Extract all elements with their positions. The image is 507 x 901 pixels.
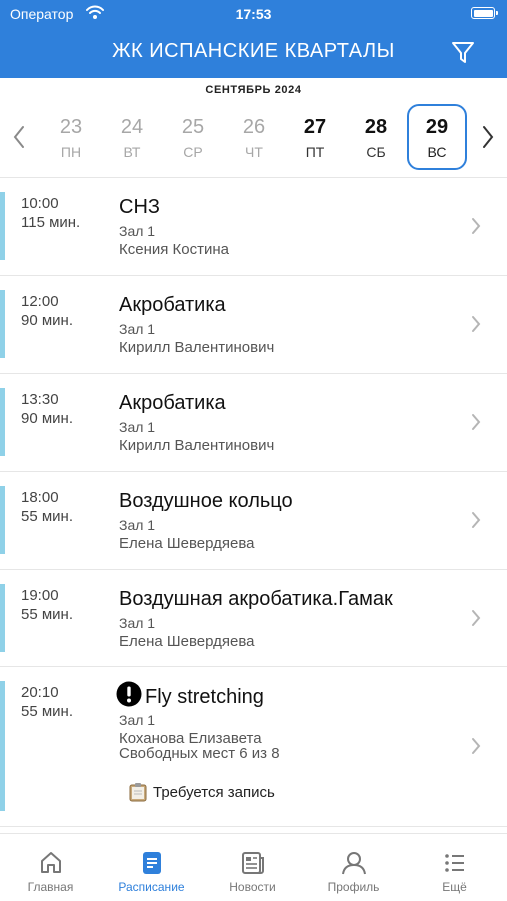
day-weekday: ВС	[427, 144, 447, 160]
lesson-hall: Зал 1	[119, 712, 156, 728]
chevron-right-icon	[472, 512, 481, 528]
tab-label: Главная	[27, 880, 74, 894]
news-icon	[242, 852, 264, 874]
schedule-icon	[143, 852, 161, 874]
lesson-duration: 55 мин.	[21, 606, 73, 623]
day-number: 27	[303, 116, 327, 138]
lesson-color-bar	[0, 290, 5, 358]
lesson-color-bar	[0, 486, 5, 554]
lesson-hall: Зал 1	[119, 321, 156, 337]
lesson-row[interactable]: 20:10 55 мин. Fly stretching Зал 1 Кохан…	[0, 667, 507, 826]
lesson-color-bar	[0, 388, 5, 456]
lesson-time: 12:00	[21, 293, 59, 310]
tab-label: Новости	[229, 880, 276, 894]
day-29-selected[interactable]: 29 ВС	[407, 104, 467, 170]
booking-required-note: Требуется запись	[153, 784, 275, 801]
lesson-time: 18:00	[21, 489, 59, 506]
tab-label: Ещё	[442, 880, 467, 894]
more-icon	[445, 854, 464, 872]
lesson-coach: Кирилл Валентинович	[119, 437, 275, 454]
day-number: 23	[59, 116, 83, 138]
divider	[0, 826, 507, 827]
lesson-hall: Зал 1	[119, 517, 156, 533]
tab-more[interactable]: Ещё	[404, 834, 505, 901]
tab-profile[interactable]: Профиль	[303, 834, 404, 901]
lesson-row[interactable]: 10:00 115 мин. СНЗ Зал 1 Ксения Костина	[0, 178, 507, 275]
lesson-duration: 55 мин.	[21, 508, 73, 525]
tab-schedule[interactable]: Расписание	[101, 834, 202, 901]
day-28[interactable]: 28 СБ	[347, 104, 405, 170]
chevron-right-icon	[472, 414, 481, 430]
lesson-time: 20:10	[21, 684, 59, 701]
clipboard-icon	[129, 782, 147, 802]
next-week-chevron-right-icon[interactable]	[481, 124, 495, 150]
day-number: 28	[364, 116, 388, 138]
lesson-row[interactable]: 12:00 90 мин. Акробатика Зал 1 Кирилл Ва…	[0, 276, 507, 373]
day-number: 24	[120, 116, 144, 138]
day-24[interactable]: 24 ВТ	[103, 104, 161, 170]
battery-icon	[471, 7, 498, 19]
day-weekday: ЧТ	[245, 144, 263, 160]
lesson-name-row: Fly stretching	[116, 681, 264, 709]
lesson-time: 13:30	[21, 391, 59, 408]
tab-news[interactable]: Новости	[202, 834, 303, 901]
tab-label: Профиль	[327, 880, 380, 894]
lesson-coach: Ксения Костина	[119, 241, 229, 258]
lesson-color-bar	[0, 192, 5, 260]
lesson-coach: Елена Шевердяева	[119, 633, 255, 650]
day-weekday: СБ	[366, 144, 386, 160]
lesson-row[interactable]: 18:00 55 мин. Воздушное кольцо Зал 1 Еле…	[0, 472, 507, 569]
day-23[interactable]: 23 ПН	[42, 104, 100, 170]
lesson-name: Fly stretching	[145, 686, 264, 708]
lesson-coach: Елена Шевердяева	[119, 535, 255, 552]
lesson-coach: Кирилл Валентинович	[119, 339, 275, 356]
chevron-right-icon	[472, 610, 481, 626]
lesson-name: СНЗ	[119, 196, 160, 218]
day-weekday: ВТ	[123, 144, 141, 160]
lesson-name: Акробатика	[119, 392, 226, 414]
home-icon	[41, 852, 61, 873]
lesson-free-seats: Свободных мест 6 из 8	[119, 745, 280, 762]
day-number: 29	[425, 116, 449, 138]
chevron-right-icon	[472, 316, 481, 332]
lesson-row[interactable]: 13:30 90 мин. Акробатика Зал 1 Кирилл Ва…	[0, 374, 507, 471]
lesson-hall: Зал 1	[119, 419, 156, 435]
prev-week-chevron-left-icon[interactable]	[12, 124, 26, 150]
lesson-time: 10:00	[21, 195, 59, 212]
status-time: 17:53	[235, 6, 272, 22]
exclamation-alert-icon	[116, 681, 142, 707]
profile-icon	[342, 852, 366, 875]
day-number: 26	[242, 116, 266, 138]
day-number: 25	[181, 116, 205, 138]
lesson-hall: Зал 1	[119, 615, 156, 631]
lesson-duration: 90 мин.	[21, 312, 73, 329]
page-title: ЖК ИСПАНСКИЕ КВАРТАЛЫ	[112, 40, 395, 62]
lesson-color-bar	[0, 584, 5, 652]
lesson-time: 19:00	[21, 587, 59, 604]
chevron-right-icon	[472, 738, 481, 754]
lesson-name: Воздушная акробатика.Гамак	[119, 588, 393, 610]
lesson-duration: 115 мин.	[21, 214, 81, 231]
month-label: СЕНТЯБРЬ 2024	[205, 84, 302, 96]
lesson-row[interactable]: 19:00 55 мин. Воздушная акробатика.Гамак…	[0, 570, 507, 666]
filter-icon[interactable]	[451, 40, 475, 66]
bottom-tab-bar: Главная Расписание Новости Профиль Ещё	[0, 833, 507, 901]
day-26[interactable]: 26 ЧТ	[225, 104, 283, 170]
day-weekday: СР	[183, 144, 203, 160]
tab-home[interactable]: Главная	[0, 834, 101, 901]
tab-label: Расписание	[118, 880, 185, 894]
day-25[interactable]: 25 СР	[164, 104, 222, 170]
lesson-color-bar	[0, 681, 5, 811]
lesson-duration: 55 мин.	[21, 703, 73, 720]
status-bar: Оператор 17:53	[0, 0, 507, 28]
day-weekday: ПТ	[305, 144, 325, 160]
day-weekday: ПН	[60, 144, 82, 160]
top-bar: Оператор 17:53 ЖК ИСПАНСКИЕ КВАРТАЛЫ	[0, 0, 507, 78]
day-27[interactable]: 27 ПТ	[286, 104, 344, 170]
lesson-hall: Зал 1	[119, 223, 156, 239]
lesson-name: Воздушное кольцо	[119, 490, 293, 512]
lesson-name: Акробатика	[119, 294, 226, 316]
chevron-right-icon	[472, 218, 481, 234]
lesson-duration: 90 мин.	[21, 410, 73, 427]
